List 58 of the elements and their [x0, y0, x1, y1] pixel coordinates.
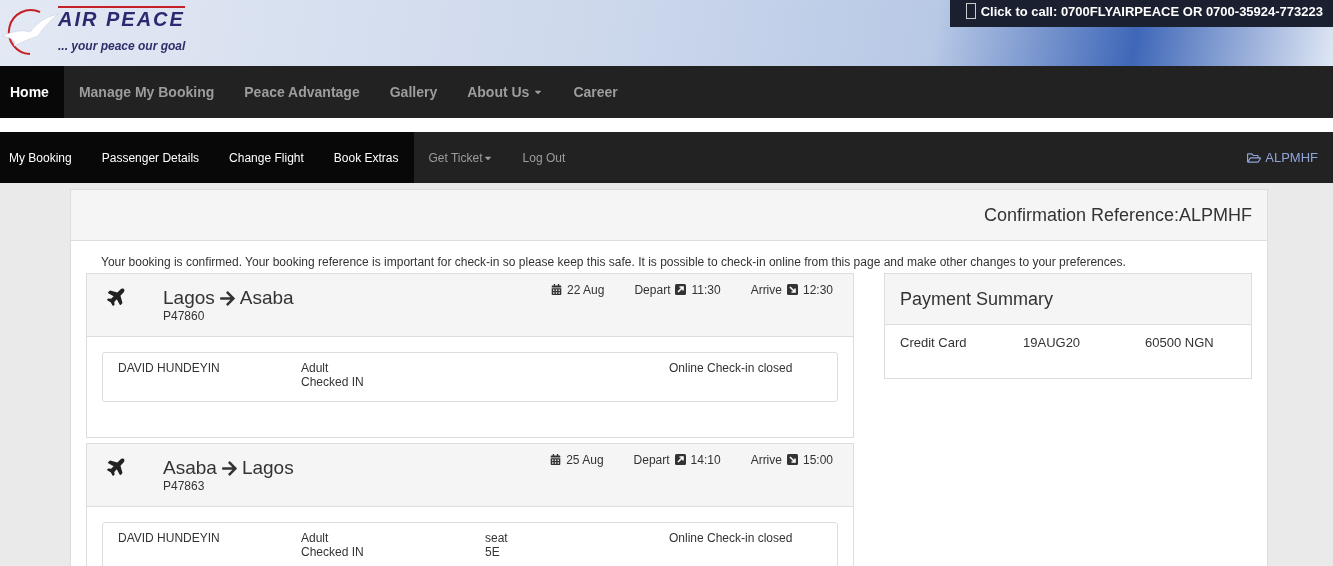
arrive-label: Arrive	[750, 283, 782, 297]
nav-item[interactable]: About Us	[452, 66, 559, 118]
flight-date: 25 Aug	[566, 453, 604, 467]
passenger-type: Adult	[301, 361, 330, 375]
nav-item[interactable]: Peace Advantage	[229, 66, 375, 118]
arrow-up-right-icon	[674, 454, 686, 465]
sub-nav-item[interactable]: Change Flight	[214, 132, 319, 183]
glyph-icon	[965, 3, 976, 19]
arrive-time: 15:00	[802, 453, 833, 467]
online-checkin-status: Online Check-in closed	[669, 361, 794, 375]
arrow-down-right-icon	[786, 454, 798, 465]
sub-nav-item[interactable]: My Booking	[0, 132, 87, 183]
seat-label: seat	[485, 531, 509, 545]
origin-city: Asaba	[163, 457, 217, 479]
checkin-status: Checked IN	[301, 375, 365, 389]
nav-item[interactable]: Manage My Booking	[63, 66, 230, 118]
sub-nav-item[interactable]: Book Extras	[318, 132, 414, 183]
nav-item[interactable]: Career	[558, 66, 633, 118]
arrow-right-icon	[218, 289, 236, 307]
arrive-time: 12:30	[802, 283, 833, 297]
calendar-icon	[551, 284, 563, 295]
arrive-label: Arrive	[750, 453, 782, 467]
tagline: ... your peace our goal	[58, 39, 186, 53]
logo-text: AIR PEACE	[58, 6, 186, 30]
depart-time: 14:10	[690, 453, 721, 467]
arrow-up-right-icon	[675, 284, 687, 295]
arrow-down-right-icon	[786, 284, 798, 295]
folder-icon	[1247, 150, 1262, 165]
sub-nav-item[interactable]: Log Out	[507, 132, 581, 183]
online-checkin-status: Online Check-in closed	[669, 531, 794, 545]
destination-city: Asaba	[239, 287, 294, 309]
notice-text: Your booking is confirmed. Your booking reference is important for check-in so please keep this safe. It is possible to check-in online from this page and make other changes to your preferences.	[101, 255, 1127, 269]
call-link[interactable]: Click to call: 0700FLYAIRPEACE OR 0700-35924-773223	[949, 0, 1333, 27]
payment-amount: 60500 NGN	[1145, 335, 1215, 350]
passenger-name: DAVID HUNDEYIN	[118, 531, 221, 545]
flight-date: 22 Aug	[567, 283, 605, 297]
destination-city: Lagos	[241, 457, 294, 479]
passenger-name: DAVID HUNDEYIN	[118, 361, 221, 375]
sub-nav-item[interactable]: Get Ticket	[413, 132, 508, 183]
nav-item[interactable]: Home	[0, 66, 64, 118]
flight-number: P47860	[163, 309, 206, 323]
confirmation-title: Confirmation Reference:ALPMHF	[983, 204, 1252, 226]
flight-number: P47863	[163, 479, 206, 493]
sub-nav-item[interactable]: Passenger Details	[86, 132, 215, 183]
origin-city: Lagos	[163, 287, 215, 309]
checkin-status: Checked IN	[301, 545, 365, 559]
nav-item[interactable]: Gallery	[374, 66, 453, 118]
depart-label: Depart	[634, 283, 671, 297]
payment-summary-title: Payment Summary	[900, 288, 1054, 310]
payment-date: 19AUG20	[1023, 335, 1082, 350]
payment-method: Credit Card	[900, 335, 968, 350]
arrow-right-icon	[220, 459, 238, 477]
depart-time: 11:30	[691, 283, 721, 297]
passenger-type: Adult	[301, 531, 330, 545]
calendar-icon	[550, 454, 562, 465]
depart-label: Depart	[633, 453, 670, 467]
booking-code-link[interactable]: ALPMHF	[1247, 132, 1333, 183]
seat-number: 5E	[485, 545, 501, 559]
